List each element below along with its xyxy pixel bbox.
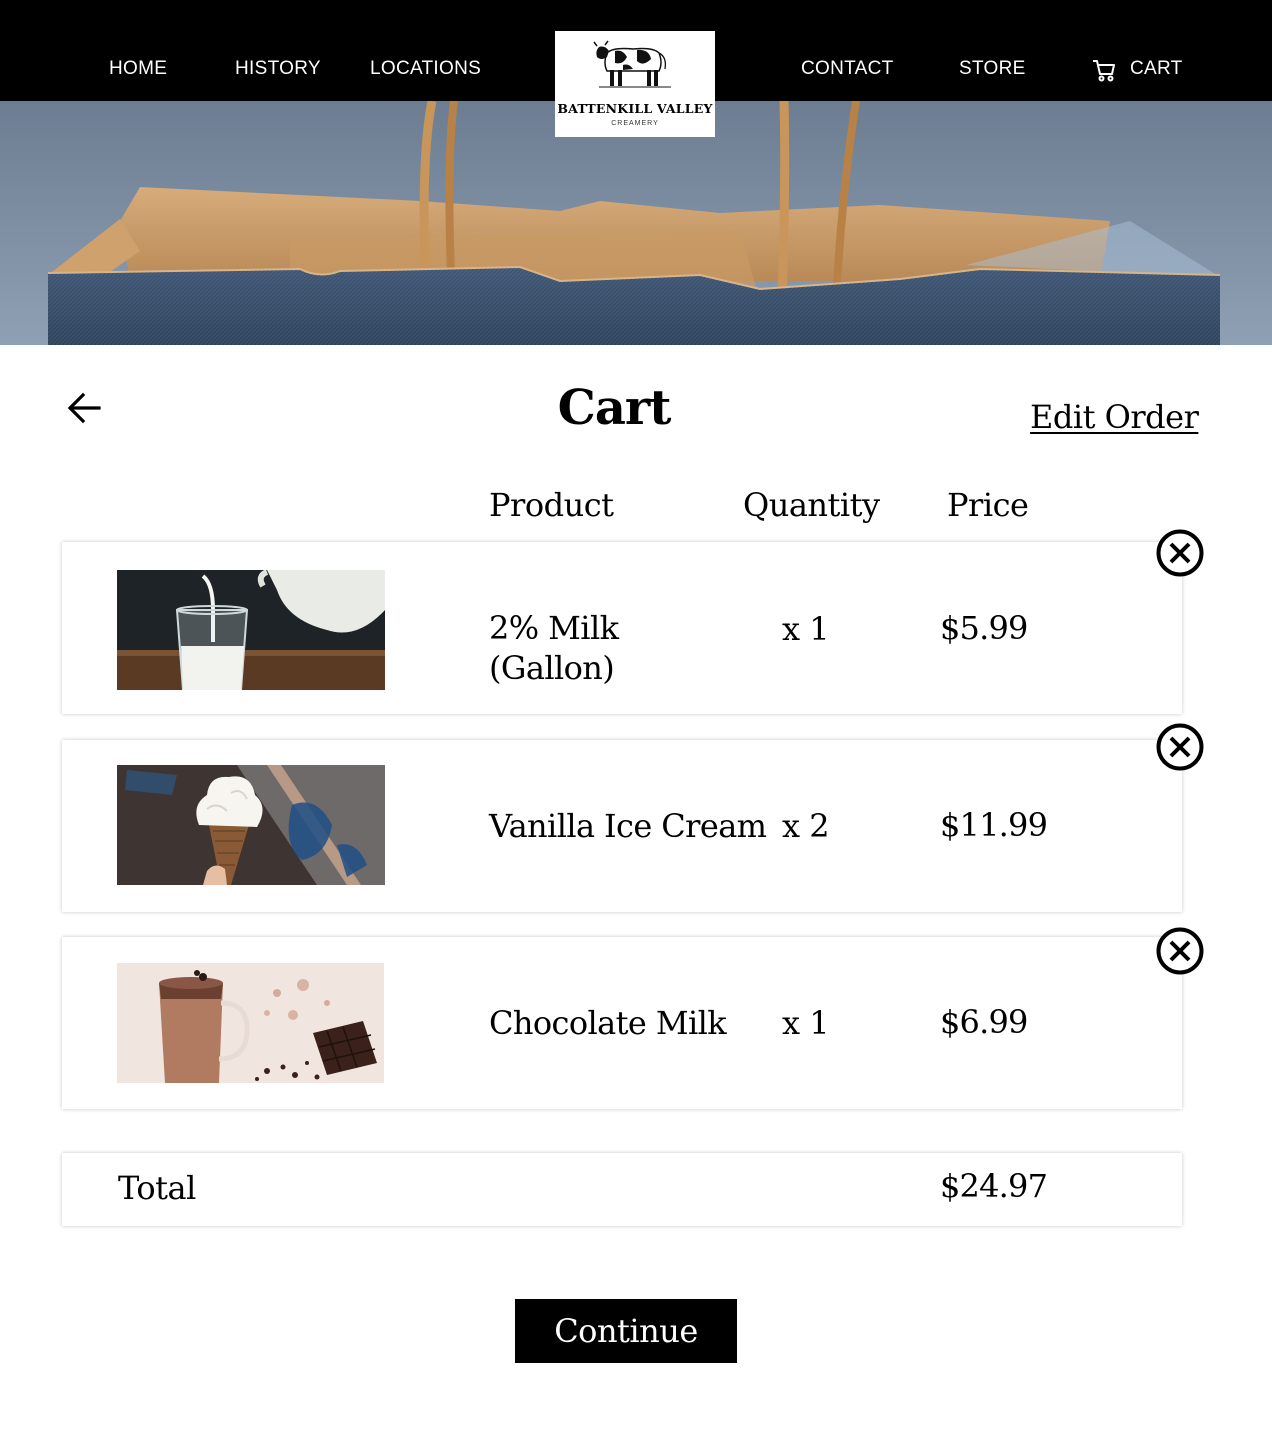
hero-banner bbox=[0, 101, 1272, 345]
brand-subtitle: CREAMERY bbox=[611, 120, 659, 127]
cart-item-row: 2% Milk (Gallon) x 1 $5.99 bbox=[62, 542, 1182, 714]
product-quantity: x 1 bbox=[782, 610, 830, 648]
nav-locations[interactable]: LOCATIONS bbox=[370, 58, 481, 80]
product-price: $5.99 bbox=[940, 609, 1028, 647]
product-name: Vanilla Ice Cream bbox=[489, 807, 767, 845]
cow-icon bbox=[593, 40, 671, 88]
remove-item-button[interactable] bbox=[1156, 927, 1204, 975]
product-name: Chocolate Milk bbox=[489, 1004, 727, 1042]
continue-button[interactable]: Continue bbox=[515, 1299, 737, 1363]
column-header-quantity: Quantity bbox=[743, 486, 880, 524]
product-image-ice-cream bbox=[117, 765, 385, 885]
product-name: 2% Milk (Gallon) bbox=[489, 608, 619, 688]
total-label: Total bbox=[118, 1169, 196, 1207]
product-price: $6.99 bbox=[940, 1003, 1028, 1041]
brand-logo[interactable]: BATTENKILL VALLEY CREAMERY bbox=[555, 31, 715, 137]
nav-contact[interactable]: CONTACT bbox=[801, 58, 894, 80]
shopping-bag-image bbox=[0, 101, 1272, 345]
order-total: Total $24.97 bbox=[62, 1153, 1182, 1226]
close-circle-icon bbox=[1156, 723, 1204, 771]
product-name-line: (Gallon) bbox=[489, 649, 615, 687]
product-quantity: x 1 bbox=[782, 1004, 830, 1042]
product-name-line: 2% Milk bbox=[489, 609, 619, 647]
nav-store[interactable]: STORE bbox=[959, 58, 1026, 80]
edit-order-link[interactable]: Edit Order bbox=[1030, 398, 1199, 436]
column-header-price: Price bbox=[947, 486, 1029, 524]
close-circle-icon bbox=[1156, 529, 1204, 577]
product-image-milk bbox=[117, 570, 385, 690]
remove-item-button[interactable] bbox=[1156, 529, 1204, 577]
total-value: $24.97 bbox=[940, 1167, 1048, 1205]
product-price: $11.99 bbox=[940, 806, 1048, 844]
remove-item-button[interactable] bbox=[1156, 723, 1204, 771]
nav-cart[interactable]: CART bbox=[1130, 58, 1183, 80]
column-header-product: Product bbox=[489, 486, 614, 524]
nav-home[interactable]: HOME bbox=[109, 58, 167, 80]
product-image-chocolate-milk bbox=[117, 963, 384, 1083]
close-circle-icon bbox=[1156, 927, 1204, 975]
brand-name: BATTENKILL VALLEY bbox=[557, 101, 713, 116]
cart-item-row: Chocolate Milk x 1 $6.99 bbox=[62, 937, 1182, 1109]
nav-history[interactable]: HISTORY bbox=[235, 58, 321, 80]
product-quantity: x 2 bbox=[782, 807, 830, 845]
cart-item-row: Vanilla Ice Cream x 2 $11.99 bbox=[62, 740, 1182, 912]
shopping-cart-icon[interactable] bbox=[1091, 57, 1117, 87]
